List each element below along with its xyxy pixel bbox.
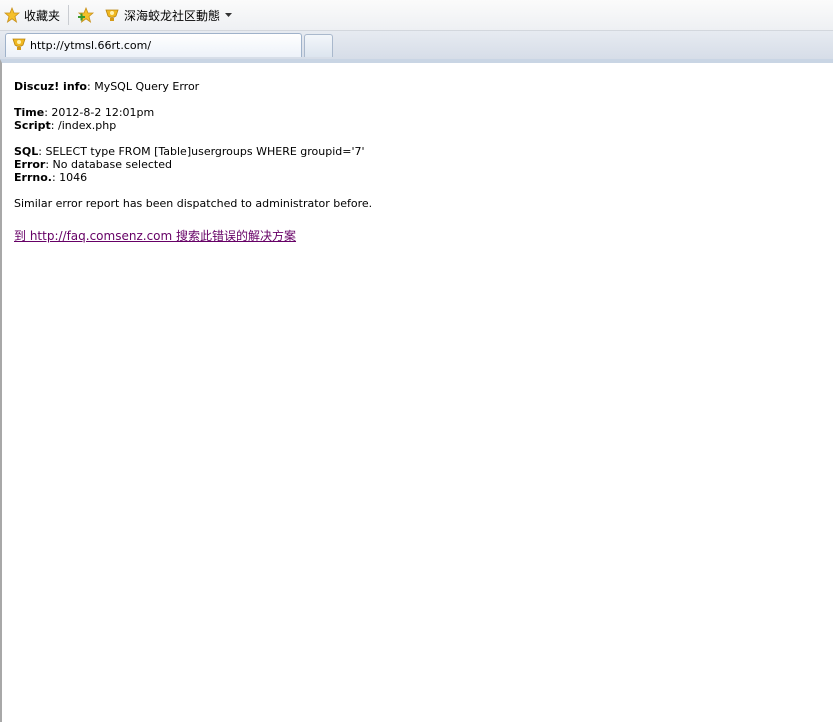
script-value: : /index.php [50, 119, 117, 132]
separator [68, 5, 70, 25]
add-favorite-button[interactable] [73, 4, 99, 26]
time-value: : 2012-8-2 12:01pm [44, 106, 155, 119]
time-label: Time [14, 106, 45, 119]
tab-title: http://ytmsl.66rt.com/ [30, 39, 152, 52]
favorites-button[interactable]: 收藏夹 [0, 4, 64, 26]
favorites-label: 收藏夹 [24, 8, 61, 23]
site-link[interactable]: 深海蛟龙社区動態 [99, 4, 236, 26]
active-tab[interactable]: http://ytmsl.66rt.com/ [5, 33, 302, 57]
new-tab-button[interactable] [304, 34, 333, 57]
sql-label: SQL [14, 145, 39, 158]
error-content: Discuz! info: MySQL Query Error Time: 20… [14, 80, 372, 243]
info-line: Discuz! info: MySQL Query Error [14, 80, 372, 93]
site-favicon-icon [103, 7, 121, 23]
error-label: Error [14, 158, 46, 171]
report-text: Similar error report has been dispatched… [14, 197, 373, 210]
tab-favicon-icon [10, 36, 28, 55]
faq-link[interactable]: 到 http://faq.comsenz.com 搜索此错误的解决方案 [14, 230, 296, 243]
favorites-bar: 收藏夹 深海蛟龙社区動態 [0, 0, 833, 31]
add-favorite-icon [77, 7, 95, 23]
sql-value: : SELECT type FROM [Table]usergroups WHE… [38, 145, 365, 158]
info-label: Discuz! info [14, 80, 87, 93]
sql-block: SQL: SELECT type FROM [Table]usergroups … [14, 145, 372, 184]
site-link-label: 深海蛟龙社区動態 [124, 8, 221, 23]
errno-value: : 1046 [51, 171, 88, 184]
star-icon [4, 7, 20, 23]
script-label: Script [14, 119, 51, 132]
dropdown-arrow-icon[interactable] [225, 12, 233, 18]
page-frame: Discuz! info: MySQL Query Error Time: 20… [0, 59, 833, 722]
info-value: : MySQL Query Error [87, 80, 200, 93]
errno-label: Errno. [14, 171, 52, 184]
tab-bar: http://ytmsl.66rt.com/ [0, 31, 833, 59]
time-script-block: Time: 2012-8-2 12:01pm Script: /index.ph… [14, 106, 372, 132]
error-value: : No database selected [45, 158, 172, 171]
